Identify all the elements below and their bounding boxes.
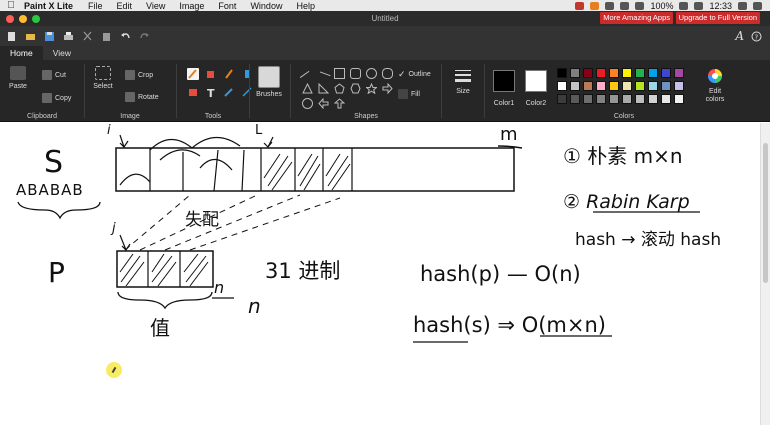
mismatch-label: 失配 — [185, 210, 219, 230]
vertical-scrollbar[interactable] — [760, 123, 770, 425]
dashed-mapping-line — [124, 194, 341, 251]
s-string: ABABAB — [16, 181, 84, 199]
hash-p-equation: hash(p) — O(n) — [420, 262, 581, 286]
n-side-label: n — [248, 294, 261, 318]
pencil-cursor-icon — [106, 362, 122, 378]
p-brace — [117, 291, 213, 310]
base-31-label: 31 进制 — [265, 259, 341, 283]
hatch-stroke — [151, 253, 177, 287]
i-label: i — [107, 123, 111, 138]
value-label: 值 — [150, 316, 170, 340]
s-cell-divider — [213, 149, 219, 192]
hatch-stroke — [325, 153, 351, 191]
s-label: S — [44, 145, 64, 180]
L-arrow — [263, 136, 274, 148]
p-label: P — [48, 256, 65, 289]
scrollbar-thumb[interactable] — [763, 143, 768, 283]
arc-stroke — [119, 173, 151, 186]
hatch-stroke — [297, 153, 321, 191]
note-rabin-karp: ② Rabin Karp — [563, 191, 690, 213]
note-naive: ① 朴素 m×n — [563, 144, 683, 168]
arc-stroke — [159, 149, 201, 161]
hatch-stroke — [263, 153, 293, 191]
hatch-stroke — [119, 253, 145, 287]
i-arrow — [119, 134, 129, 148]
s-brace — [17, 201, 101, 220]
l-label: L — [255, 123, 263, 138]
s-array-box — [115, 147, 515, 192]
n-under-label: n — [214, 278, 225, 297]
s-cell-divider — [241, 149, 245, 192]
j-label: j — [112, 221, 116, 236]
m-label: m — [500, 124, 518, 145]
arc-stroke — [191, 136, 241, 149]
j-arrow — [119, 234, 131, 251]
hash-s-equation: hash(s) ⇒ O(m×n) — [413, 313, 606, 337]
note-rolling-hash: hash → 滚动 hash — [575, 230, 722, 250]
hatch-stroke — [183, 253, 209, 287]
